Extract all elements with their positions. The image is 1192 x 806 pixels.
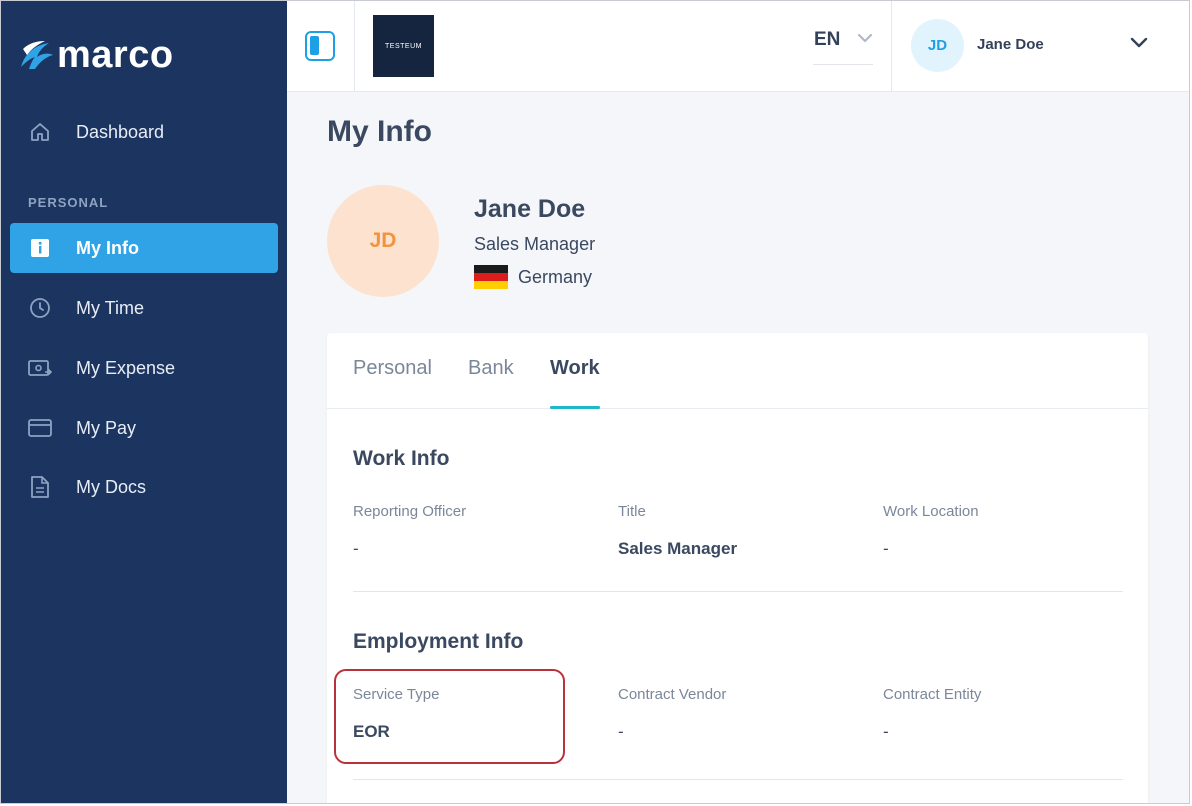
tab-bar: Personal Bank Work: [327, 333, 1148, 409]
field-value-reporting-officer: -: [353, 539, 359, 558]
germany-flag-icon: [474, 265, 508, 289]
clock-icon: [28, 296, 52, 320]
profile-country: Germany: [474, 265, 592, 289]
sidebar-item-dashboard[interactable]: Dashboard: [10, 107, 278, 157]
divider: [353, 779, 1123, 780]
expense-icon: [28, 356, 52, 380]
sidebar-item-my-time[interactable]: My Time: [10, 283, 278, 333]
field-value-title: Sales Manager: [618, 539, 738, 558]
page-title: My Info: [327, 115, 432, 148]
field-value-work-location: -: [883, 539, 889, 558]
work-info-title: Work Info: [353, 447, 450, 470]
sidebar: marco Dashboard PERSONAL My Info My Time: [1, 1, 287, 803]
profile-name: Jane Doe: [474, 195, 586, 223]
sidebar-toggle-button[interactable]: [305, 31, 335, 61]
divider: [353, 591, 1123, 592]
profile-avatar: JD: [327, 185, 439, 297]
language-value: EN: [814, 29, 841, 50]
profile-country-label: Germany: [518, 266, 593, 287]
service-type-highlight: [334, 669, 565, 764]
user-menu-chevron-icon[interactable]: [1130, 37, 1148, 49]
sidebar-item-label: My Pay: [76, 417, 137, 438]
field-value-contract-entity: -: [883, 722, 889, 741]
sidebar-item-label: My Expense: [76, 357, 176, 378]
info-icon: [28, 236, 52, 260]
divider: [891, 1, 892, 91]
sidebar-item-label: Dashboard: [76, 121, 165, 142]
field-label-contract-entity: Contract Entity: [883, 686, 982, 703]
topbar: TESTEUM EN JD Jane Doe: [287, 1, 1189, 92]
tab-bank[interactable]: Bank: [468, 357, 514, 409]
sidebar-item-my-pay[interactable]: My Pay: [10, 403, 278, 453]
tab-work[interactable]: Work: [550, 357, 600, 409]
chevron-down-icon: [857, 33, 873, 43]
card-icon: [28, 416, 52, 440]
company-logo[interactable]: TESTEUM: [373, 15, 434, 77]
sidebar-item-label: My Docs: [76, 476, 147, 497]
nav-section-personal: PERSONAL: [28, 195, 109, 210]
field-value-contract-vendor: -: [618, 722, 624, 741]
divider: [354, 1, 355, 91]
field-label-title: Title: [618, 503, 646, 520]
brand-logo[interactable]: marco: [19, 35, 174, 75]
tab-personal[interactable]: Personal: [353, 357, 432, 409]
sidebar-item-my-expense[interactable]: My Expense: [10, 343, 278, 393]
brand-name: marco: [57, 34, 174, 76]
user-name[interactable]: Jane Doe: [977, 36, 1044, 53]
marco-logo-icon: [21, 41, 53, 69]
field-label-reporting-officer: Reporting Officer: [353, 503, 467, 520]
language-select[interactable]: EN: [813, 29, 873, 65]
sidebar-item-label: My Time: [76, 297, 145, 318]
company-logo-text: TESTEUM: [385, 42, 422, 50]
field-label-contract-vendor: Contract Vendor: [618, 686, 727, 703]
field-label-work-location: Work Location: [883, 503, 979, 520]
sidebar-item-label: My Info: [76, 237, 139, 258]
document-icon: [28, 475, 52, 499]
user-avatar[interactable]: JD: [911, 19, 964, 72]
employment-info-title: Employment Info: [353, 630, 524, 653]
home-icon: [28, 120, 52, 144]
sidebar-item-my-info[interactable]: My Info: [10, 223, 278, 273]
sidebar-item-my-docs[interactable]: My Docs: [10, 462, 278, 512]
app-window: marco Dashboard PERSONAL My Info My Time: [0, 0, 1190, 804]
profile-job-title: Sales Manager: [474, 234, 596, 254]
